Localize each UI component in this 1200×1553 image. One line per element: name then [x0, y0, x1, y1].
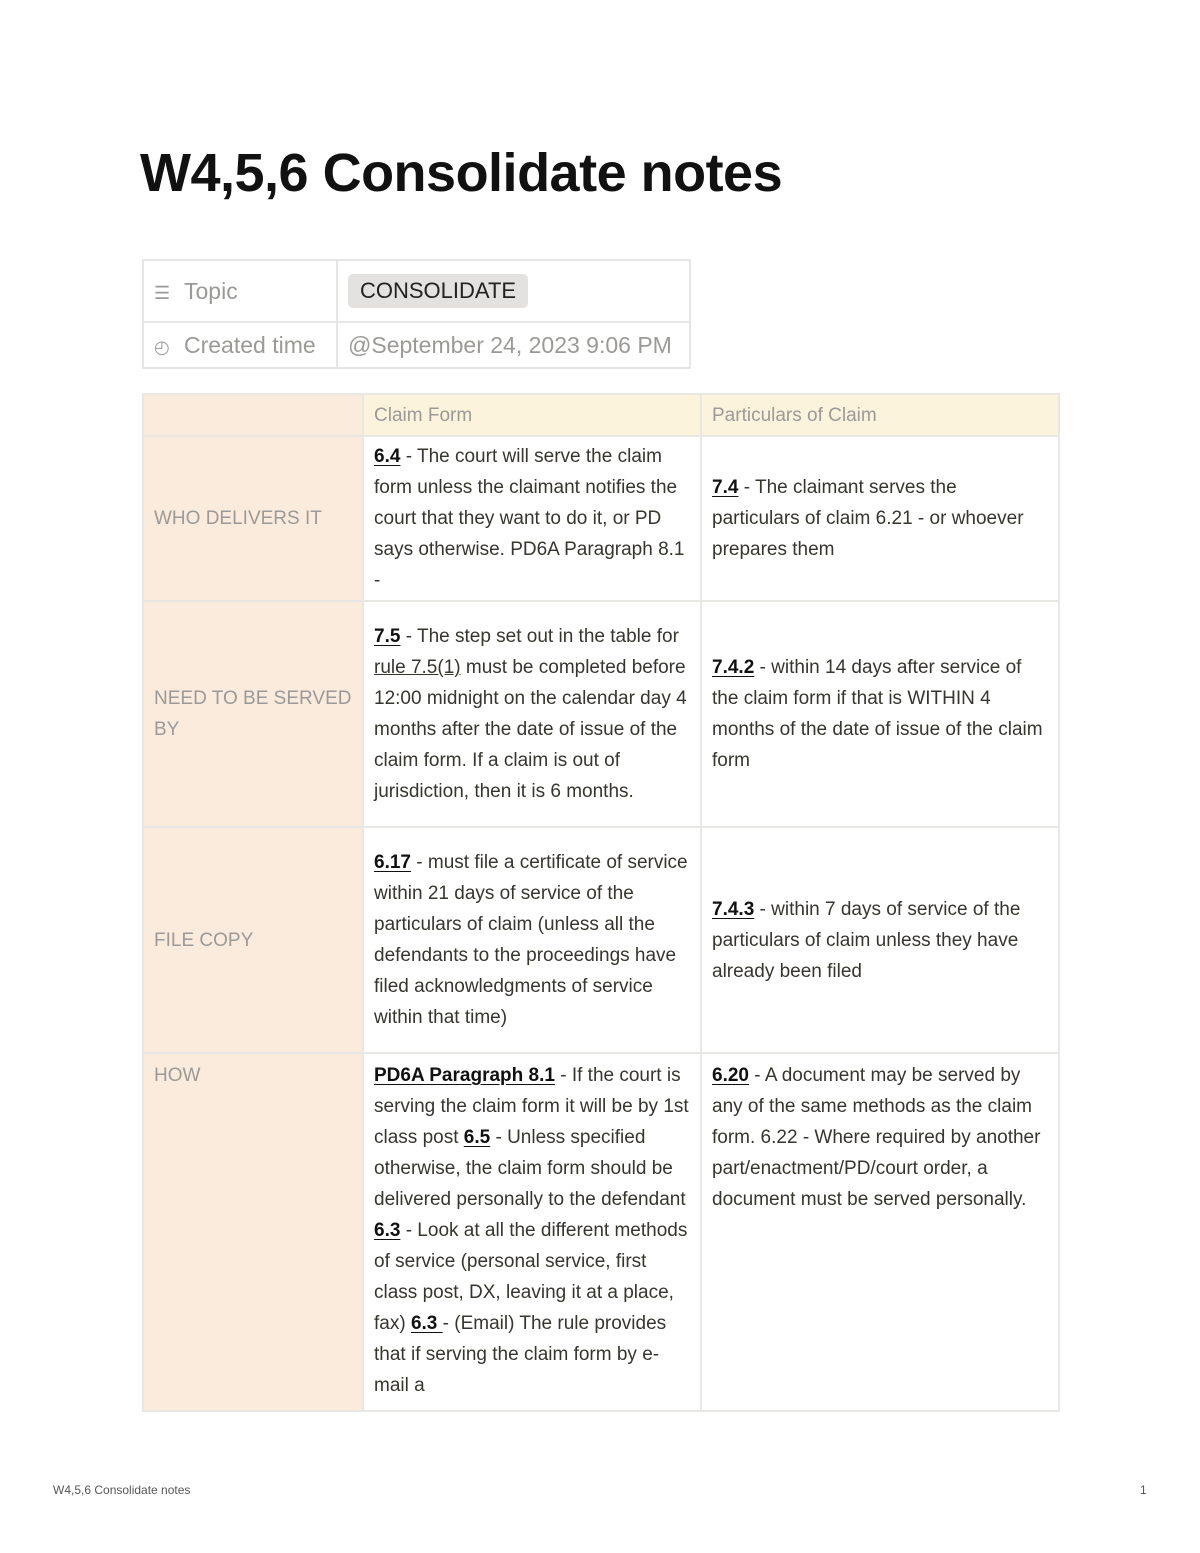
comparison-table: Claim Form Particulars of Claim WHO DELI…: [142, 393, 1060, 1412]
properties-table: ☰ Topic CONSOLIDATE ◴ Created time @Septem…: [142, 259, 691, 369]
rule-ref: 7.4.2: [712, 657, 755, 678]
cell-text: - The court will serve the claim form un…: [374, 446, 685, 591]
header-cell: [142, 393, 364, 437]
header-cell: Claim Form: [362, 393, 702, 437]
particulars-cell: 7.4.2 - within 14 days after service of …: [700, 600, 1060, 828]
table-row: WHO DELIVERS IT 6.4 - The court will ser…: [142, 435, 1060, 602]
claim-form-cell: 6.4 - The court will serve the claim for…: [362, 435, 702, 602]
table-row: HOW PD6A Paragraph 8.1 - If the court is…: [142, 1052, 1060, 1412]
cell-text: - A document may be served by any of the…: [712, 1065, 1041, 1210]
cell-text: must be completed before 12:00 midnight …: [374, 657, 687, 802]
rule-ref: 7.5: [374, 626, 401, 647]
rule-ref: 6.17: [374, 852, 411, 873]
row-label: FILE COPY: [142, 826, 364, 1054]
cell-text: - The claimant serves the particulars of…: [712, 477, 1024, 560]
property-label: Topic: [184, 277, 238, 304]
cell-text: - within 14 days after service of the cl…: [712, 657, 1043, 771]
rule-link[interactable]: rule 7.5(1): [374, 657, 461, 678]
clock-icon: ◴: [154, 336, 170, 357]
particulars-cell: 7.4.3 - within 7 days of service of the …: [700, 826, 1060, 1054]
row-label: NEED TO BE SERVED BY: [142, 600, 364, 828]
particulars-cell: 7.4 - The claimant serves the particular…: [700, 435, 1060, 602]
list-icon: ☰: [154, 282, 171, 303]
claim-form-cell: 6.17 - must file a certificate of servic…: [362, 826, 702, 1054]
page-title: W4,5,6 Consolidate notes: [140, 143, 783, 203]
created-time-value: @September 24, 2023 9:06 PM: [336, 321, 691, 369]
row-label: WHO DELIVERS IT: [142, 435, 364, 602]
rule-ref: 6.5: [463, 1127, 491, 1148]
cell-text: - The step set out in the table for: [400, 626, 679, 647]
particulars-cell: 6.20 - A document may be served by any o…: [700, 1052, 1060, 1412]
property-topic: ☰ Topic CONSOLIDATE: [142, 259, 691, 323]
header-cell: Particulars of Claim: [700, 393, 1060, 437]
footer-doc-title: W4,5,6 Consolidate notes: [53, 1483, 191, 1497]
topic-tag[interactable]: CONSOLIDATE: [348, 274, 529, 308]
footer-page-number: 1: [1140, 1483, 1147, 1497]
property-created-time: ◴ Created time @September 24, 2023 9:06 P…: [142, 321, 691, 369]
table-row: NEED TO BE SERVED BY 7.5 - The step set …: [142, 600, 1060, 828]
table-row: FILE COPY 6.17 - must file a certificate…: [142, 826, 1060, 1054]
rule-ref: 6.3: [374, 1220, 401, 1241]
rule-ref: PD6A Paragraph 8.1: [374, 1065, 555, 1086]
rule-ref: 6.4: [374, 446, 401, 467]
table-header-row: Claim Form Particulars of Claim: [142, 393, 1060, 437]
cell-text: - within 7 days of service of the partic…: [712, 898, 1021, 982]
claim-form-cell: 7.5 - The step set out in the table for …: [362, 600, 702, 828]
cell-text: - must file a certificate of service wit…: [374, 852, 688, 1028]
rule-ref: 7.4.3: [712, 898, 755, 920]
rule-ref: 6.3: [410, 1313, 443, 1334]
row-label: HOW: [142, 1052, 364, 1412]
property-label: Created time: [184, 331, 316, 358]
rule-ref: 7.4: [712, 477, 739, 498]
claim-form-cell: PD6A Paragraph 8.1 - If the court is ser…: [362, 1052, 702, 1412]
rule-ref: 6.20: [712, 1065, 749, 1086]
